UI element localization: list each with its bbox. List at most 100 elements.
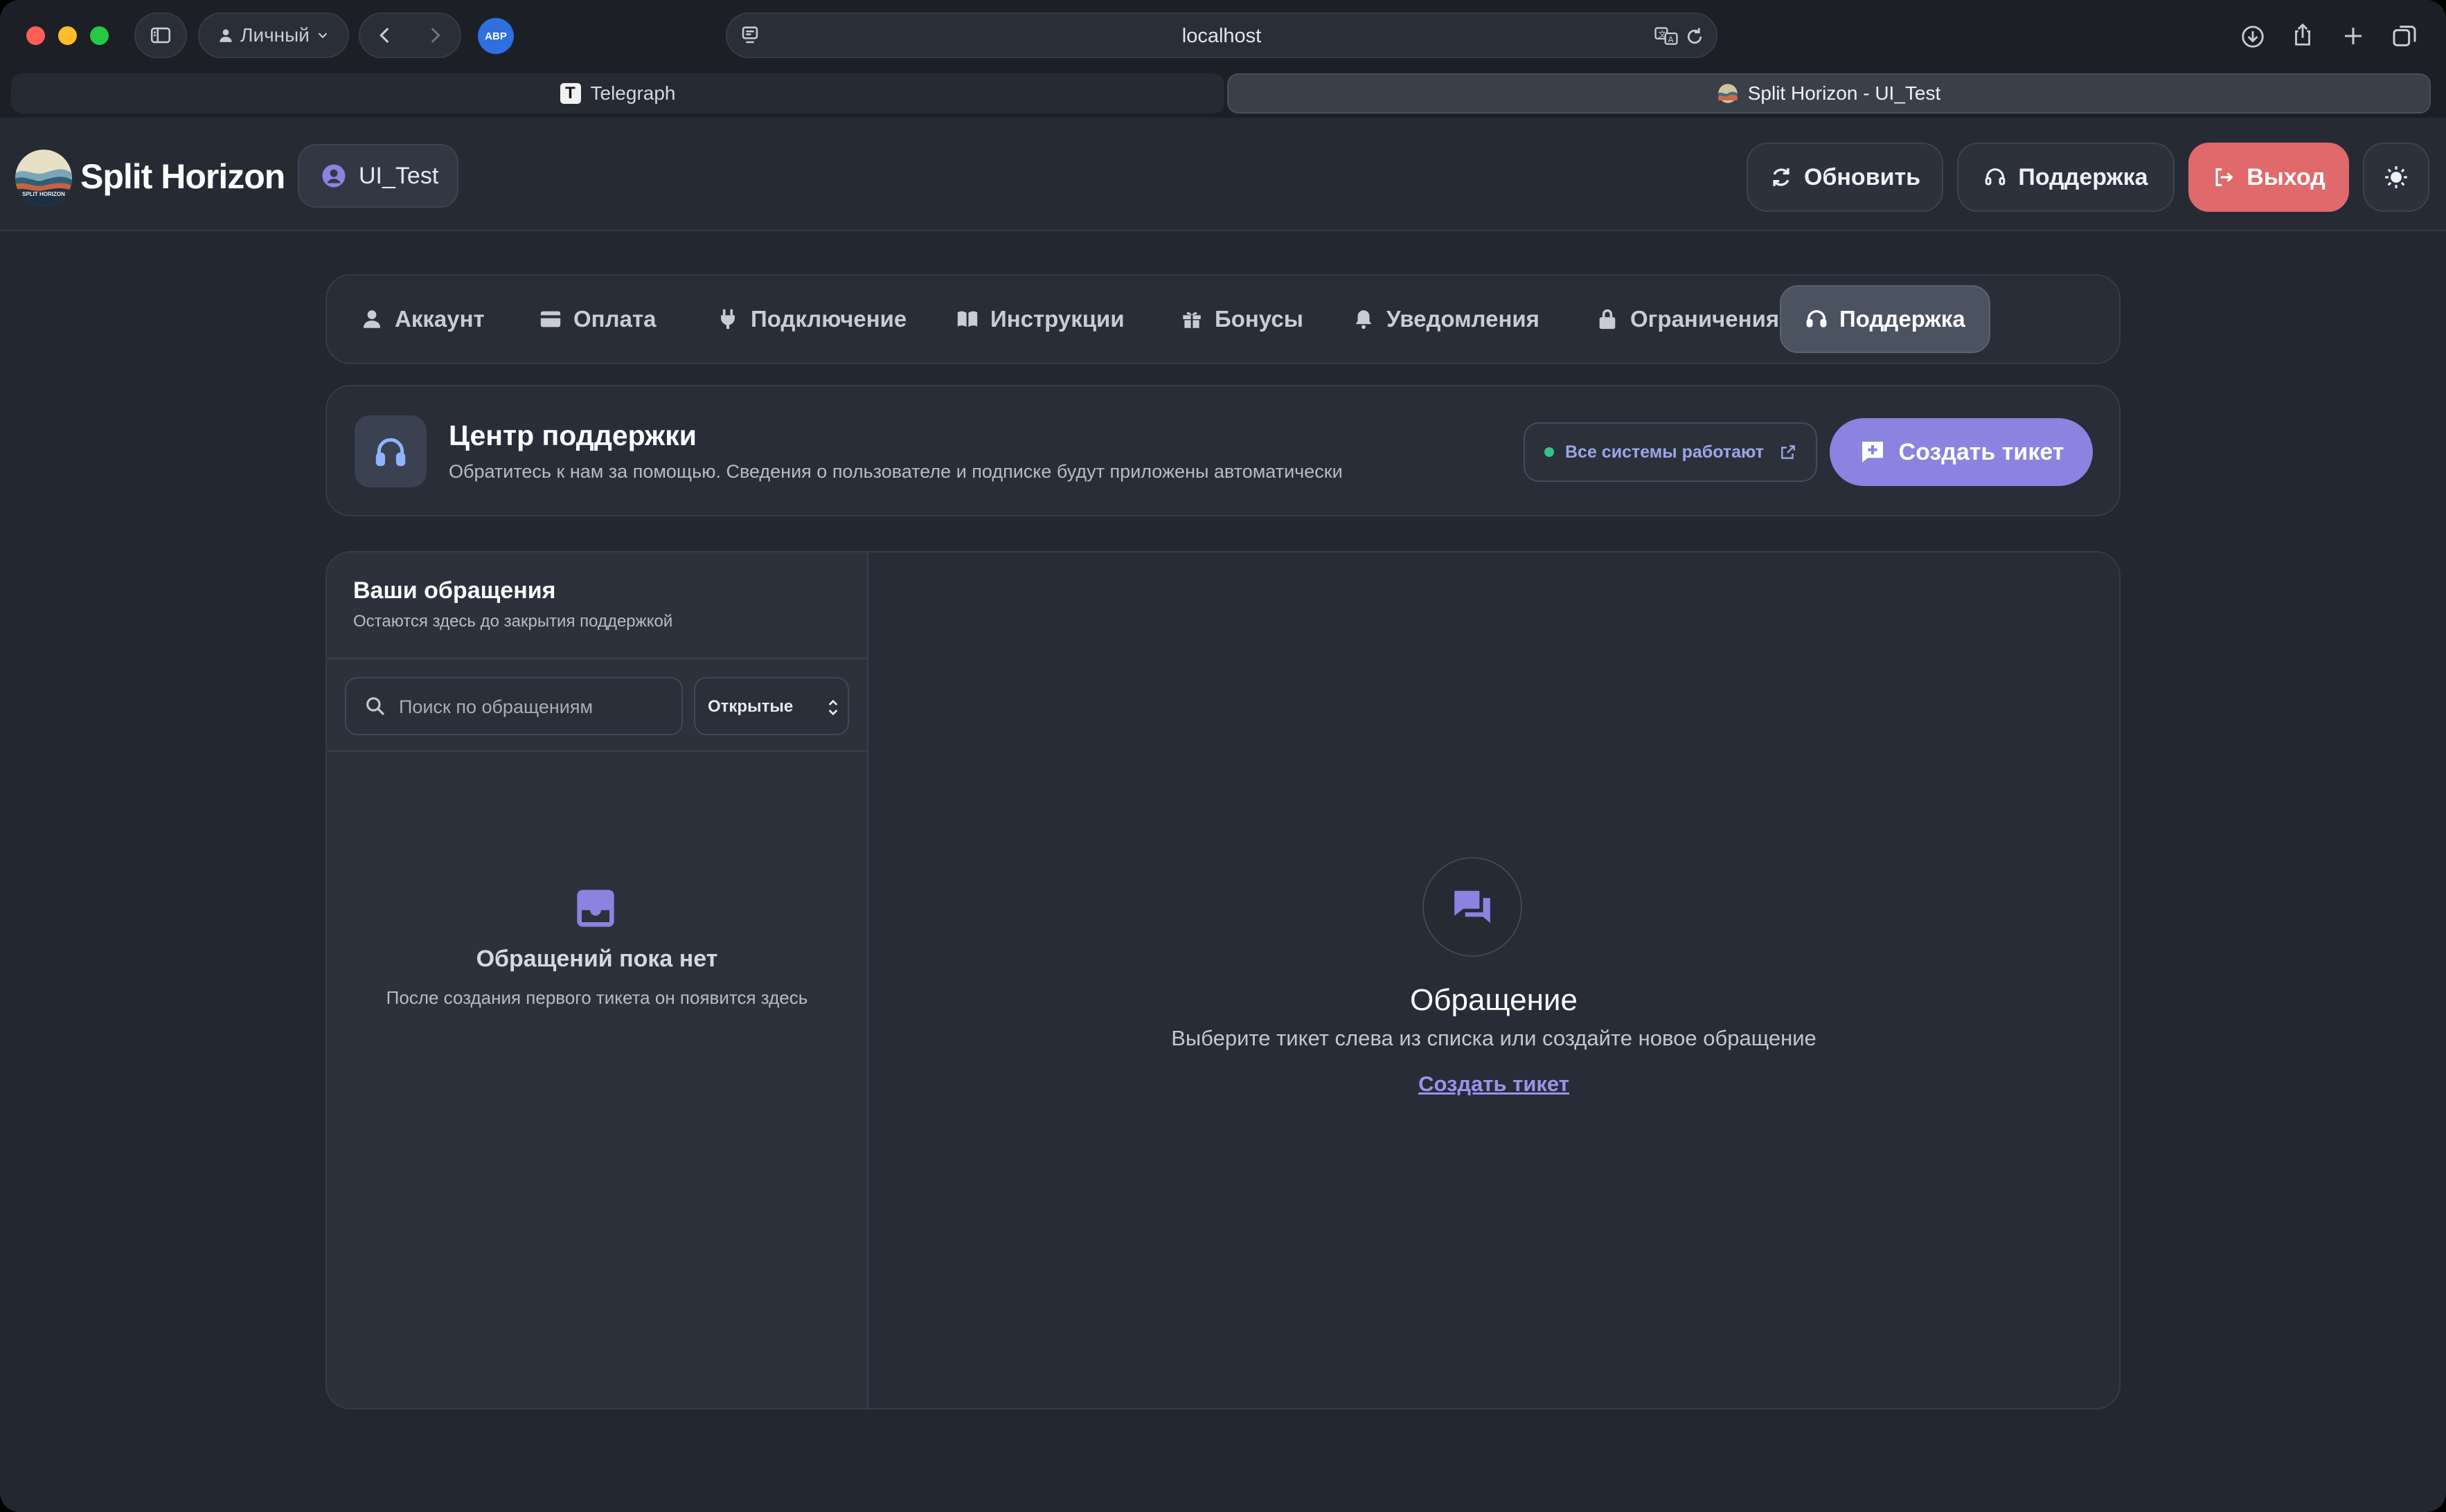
adblock-label: ABP <box>485 30 507 42</box>
minimize-window-button[interactable] <box>58 26 77 45</box>
book-icon <box>957 311 978 327</box>
tab-label: Инструкции <box>990 306 1125 332</box>
create-ticket-link[interactable]: Создать тикет <box>868 1072 2119 1097</box>
tab-bonuses[interactable]: Бонусы <box>1157 285 1327 353</box>
adblock-extension-button[interactable]: ABP <box>478 18 514 54</box>
filter-value: Открытые <box>708 697 794 716</box>
tab-instructions[interactable]: Инструкции <box>932 285 1148 353</box>
search-icon <box>366 697 385 716</box>
empty-state-title: Обращений пока нет <box>476 946 718 972</box>
logo-caption: SPLIT HORIZON <box>22 191 65 197</box>
gift-icon <box>1183 312 1201 328</box>
url-text: localhost <box>1181 25 1262 47</box>
sidebar-toggle-button[interactable] <box>134 12 187 58</box>
inbox-icon <box>577 890 614 927</box>
ticket-list-subtitle: Остаются здесь до закрытия поддержкой <box>353 612 673 631</box>
theme-toggle-button[interactable] <box>2363 143 2429 212</box>
support-label: Поддержка <box>2018 163 2148 190</box>
create-ticket-label: Создать тикет <box>1898 438 2064 465</box>
sidebar-icon <box>150 27 171 44</box>
tab-label: Бонусы <box>1215 306 1303 332</box>
split-horizon-logo[interactable]: SPLIT HORIZON <box>15 150 72 206</box>
translate-icon[interactable]: 文A <box>1654 25 1679 47</box>
brand-name: Split Horizon <box>80 157 285 196</box>
downloads-icon[interactable] <box>2240 24 2266 50</box>
add-message-icon <box>1862 442 1883 462</box>
profile-label: Личный <box>240 24 310 46</box>
share-icon[interactable] <box>2289 21 2316 48</box>
logout-label: Выход <box>2247 163 2326 190</box>
history-nav-group <box>359 12 461 58</box>
refresh-label: Обновить <box>1803 163 1921 190</box>
status-indicator <box>1544 447 1554 457</box>
tab-label: Подключение <box>751 306 907 332</box>
tab-account[interactable]: Аккаунт <box>337 285 508 353</box>
tab-label: Уведомления <box>1386 306 1539 332</box>
close-window-button[interactable] <box>26 26 45 45</box>
status-label: Все системы работают <box>1565 442 1764 462</box>
reload-icon[interactable] <box>1684 26 1705 47</box>
divider <box>327 750 867 752</box>
forward-icon[interactable] <box>423 24 447 47</box>
support-headphones-badge <box>355 415 427 487</box>
detail-title: Обращение <box>1410 983 1578 1017</box>
empty-state-subtitle: После создания первого тикета он появитс… <box>386 987 808 1008</box>
svg-text:A: A <box>1668 35 1674 44</box>
card-icon <box>540 311 561 327</box>
tab-notifications[interactable]: Уведомления <box>1328 285 1563 353</box>
ticket-detail-column: Обращение Выберите тикет слева из списка… <box>868 552 2119 1408</box>
tab-overview-icon[interactable] <box>2391 22 2418 50</box>
create-ticket-button[interactable]: Создать тикет <box>1830 418 2093 486</box>
bell-icon <box>1355 310 1372 330</box>
support-center-card: Центр поддержки Обратитесь к нам за помо… <box>325 385 2121 516</box>
chevron-down-icon <box>318 33 328 39</box>
refresh-button[interactable]: Обновить <box>1747 143 1943 212</box>
zoom-window-button[interactable] <box>90 26 109 45</box>
user-circle-icon <box>322 164 346 188</box>
browser-tab-telegraph[interactable]: T Telegraph <box>11 73 1224 114</box>
logo-graphic <box>15 150 72 206</box>
sun-icon <box>2385 166 2407 188</box>
support-header-button[interactable]: Поддержка <box>1957 143 2175 212</box>
headphones-icon <box>375 438 406 467</box>
logout-icon <box>2215 168 2233 186</box>
new-tab-icon[interactable] <box>2341 24 2366 48</box>
profile-menu-button[interactable]: Личный <box>198 12 349 58</box>
tab-label: Оплата <box>573 306 657 332</box>
telegraph-logo-icon: T <box>560 83 581 104</box>
conversation-badge <box>1422 857 1522 957</box>
logout-button[interactable]: Выход <box>2188 143 2349 212</box>
status-filter-select[interactable]: Открытые <box>694 677 849 735</box>
user-icon <box>363 310 381 328</box>
ticket-list-title: Ваши обращения <box>353 577 556 604</box>
address-bar[interactable]: localhost 文A <box>726 12 1717 58</box>
username: UI_Test <box>359 162 439 189</box>
tab-restrictions[interactable]: Ограничения <box>1572 285 1803 353</box>
system-status-link[interactable]: Все системы работают <box>1524 422 1817 482</box>
ticket-search-input[interactable]: Поиск по обращениям <box>345 677 683 735</box>
divider <box>327 658 867 659</box>
tab-title: Telegraph <box>590 82 676 104</box>
tickets-panel: Ваши обращения Остаются здесь до закрыти… <box>325 551 2121 1410</box>
select-chevrons-icon <box>828 699 838 716</box>
tab-label: Аккаунт <box>395 306 485 332</box>
tab-payment[interactable]: Оплата <box>515 285 679 353</box>
search-placeholder: Поиск по обращениям <box>399 696 593 717</box>
split-horizon-favicon <box>1717 84 1738 103</box>
support-title: Центр поддержки <box>449 420 697 451</box>
browser-tab-split-horizon[interactable]: Split Horizon - UI_Test <box>1227 73 2431 114</box>
section-nav: Аккаунт Оплата Подключение Инструкции Бо… <box>325 274 2121 364</box>
tab-connection[interactable]: Подключение <box>693 285 930 353</box>
person-icon <box>220 29 232 42</box>
user-badge[interactable]: UI_Test <box>298 144 458 208</box>
back-icon[interactable] <box>373 24 397 47</box>
headset-icon <box>1806 310 1827 327</box>
headset-icon <box>1985 168 2006 186</box>
browser-tabbar: T Telegraph Split Horizon - UI_Test <box>0 72 2446 118</box>
refresh-icon <box>1773 168 1789 186</box>
detail-subtitle: Выберите тикет слева из списка или созда… <box>1171 1026 1816 1050</box>
browser-titlebar: Личный ABP localhost 文A <box>0 0 2446 72</box>
lock-icon <box>1599 309 1616 330</box>
tab-support[interactable]: Поддержка <box>1780 285 1990 353</box>
ticket-list-column: Ваши обращения Остаются здесь до закрыти… <box>327 552 868 1408</box>
